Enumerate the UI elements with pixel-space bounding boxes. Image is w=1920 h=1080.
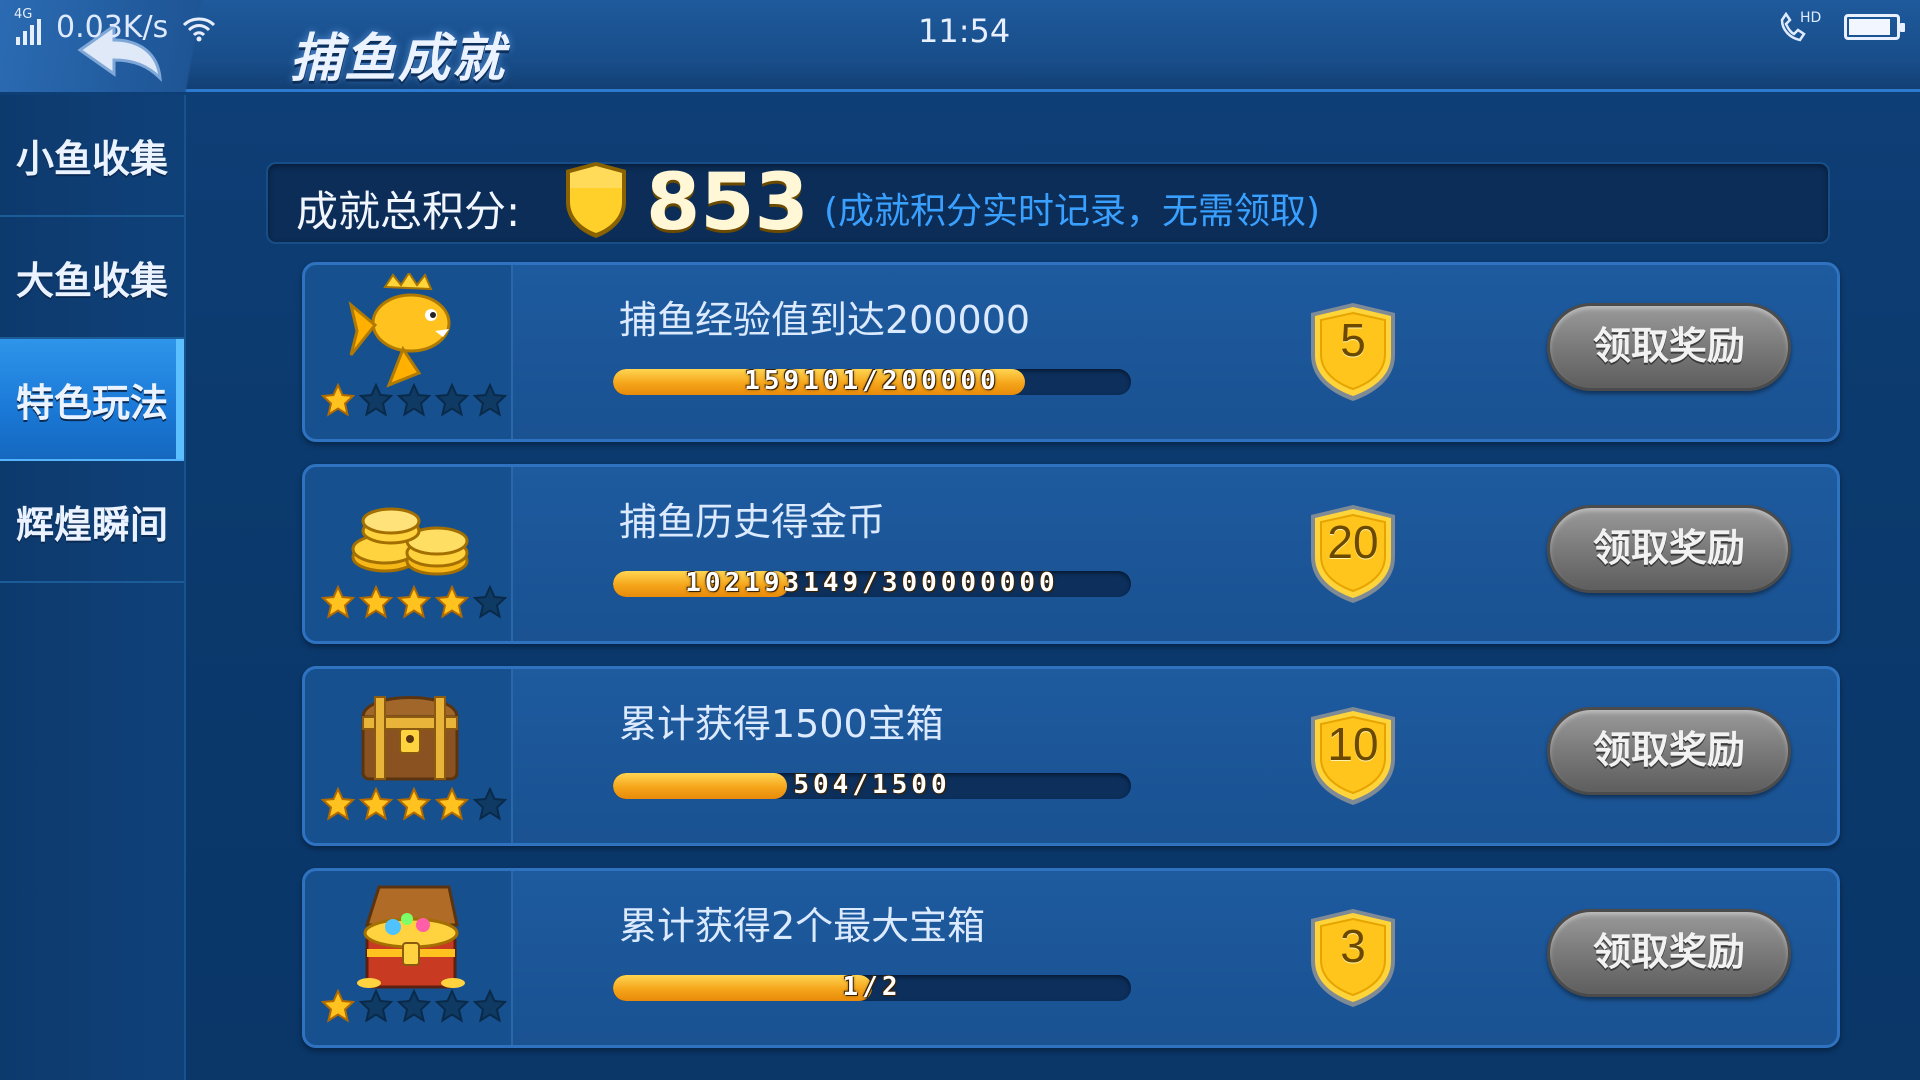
achievement-icon-box [305,467,513,641]
achievement-icon-box [305,669,513,843]
open-treasure-chest-icon [345,879,475,999]
claim-reward-button[interactable]: 领取奖励 [1547,707,1791,795]
star-empty-icon [434,382,470,417]
shield-icon [560,158,632,240]
star-empty-icon [434,988,470,1023]
star-rating [320,988,508,1023]
star-filled-icon [358,786,394,821]
sidebar-item-special-play[interactable]: 特色玩法 [0,339,184,461]
achievement-title: 累计获得1500宝箱 [619,702,944,746]
wifi-icon [182,15,216,41]
star-empty-icon [472,584,508,619]
score-value: 853 [646,158,809,248]
sidebar-item-label: 小鱼收集 [16,136,169,181]
sidebar-item-glory-moments[interactable]: 辉煌瞬间 [0,461,184,583]
achievement-title: 捕鱼历史得金币 [619,500,886,544]
score-note: (成就积分实时记录，无需领取) [824,191,1321,232]
progress-bar: 504/1500 [613,773,1131,799]
star-filled-icon [320,382,356,417]
star-empty-icon [358,988,394,1023]
signal-icon: 4G [14,7,48,45]
hd-badge: HD [1800,10,1822,26]
reward-shield-icon: 20 [1305,501,1401,605]
reward-points: 20 [1327,516,1379,568]
star-rating [320,786,508,821]
progress-text: 1/2 [842,975,902,1001]
hd-call-icon: HD [1778,10,1822,42]
status-left: 4G 0.03K/s [14,7,216,45]
achievement-card: 捕鱼历史得金币 102193149/300000000 20 领取奖励 [302,464,1840,644]
claim-reward-button[interactable]: 领取奖励 [1547,505,1791,593]
battery-icon [1844,14,1905,40]
claim-reward-button[interactable]: 领取奖励 [1547,909,1791,997]
achievement-title: 累计获得2个最大宝箱 [619,904,986,948]
star-filled-icon [358,584,394,619]
sidebar-item-small-fish[interactable]: 小鱼收集 [0,95,184,217]
achievement-card: 累计获得1500宝箱 504/1500 10 领取奖励 [302,666,1840,846]
achievement-card: 累计获得2个最大宝箱 1/2 3 领取奖励 [302,868,1840,1048]
star-filled-icon [396,786,432,821]
top-bar: 4G 0.03K/s 捕鱼成就 11:54 HD [0,0,1920,92]
claim-reward-button[interactable]: 领取奖励 [1547,303,1791,391]
progress-text: 102193149/300000000 [685,571,1059,597]
progress-text: 504/1500 [793,773,951,799]
star-filled-icon [434,786,470,821]
crowned-fish-icon [345,271,475,393]
score-label: 成就总积分: [296,187,521,236]
reward-shield-icon: 10 [1305,703,1401,807]
status-right: HD [1778,10,1905,42]
star-rating [320,584,508,619]
sidebar-item-label: 辉煌瞬间 [16,502,169,547]
star-filled-icon [396,584,432,619]
star-filled-icon [320,786,356,821]
sidebar-item-label: 大鱼收集 [16,258,169,303]
reward-points: 10 [1327,718,1379,770]
star-empty-icon [472,382,508,417]
progress-bar: 159101/200000 [613,369,1131,395]
reward-shield-icon: 5 [1305,299,1401,403]
achievement-icon-box [305,871,513,1045]
gold-coins-icon [345,475,475,595]
star-empty-icon [358,382,394,417]
star-empty-icon [396,988,432,1023]
sidebar-item-label: 特色玩法 [16,380,169,425]
page-title: 捕鱼成就 [290,29,507,89]
reward-points: 3 [1340,920,1366,972]
star-rating [320,382,508,417]
star-empty-icon [472,988,508,1023]
star-empty-icon [396,382,432,417]
star-filled-icon [434,584,470,619]
network-speed: 0.03K/s [56,10,169,45]
reward-points: 5 [1340,314,1366,366]
achievement-score-bar: 成就总积分: 853 (成就积分实时记录，无需领取) [266,158,1830,248]
star-filled-icon [320,988,356,1023]
star-filled-icon [320,584,356,619]
sidebar: 小鱼收集 大鱼收集 特色玩法 辉煌瞬间 [0,95,186,1080]
progress-bar: 102193149/300000000 [613,571,1131,597]
achievement-icon-box [305,265,513,439]
treasure-chest-icon [345,677,475,797]
progress-bar: 1/2 [613,975,1131,1001]
sidebar-item-big-fish[interactable]: 大鱼收集 [0,217,184,339]
reward-shield-icon: 3 [1305,905,1401,1009]
achievement-title: 捕鱼经验值到达200000 [619,298,1031,342]
star-empty-icon [472,786,508,821]
achievement-card: 捕鱼经验值到达200000 159101/200000 5 领取奖励 [302,262,1840,442]
clock: 11:54 [918,12,1011,50]
battery-level [1849,19,1890,35]
progress-text: 159101/200000 [744,369,1000,395]
